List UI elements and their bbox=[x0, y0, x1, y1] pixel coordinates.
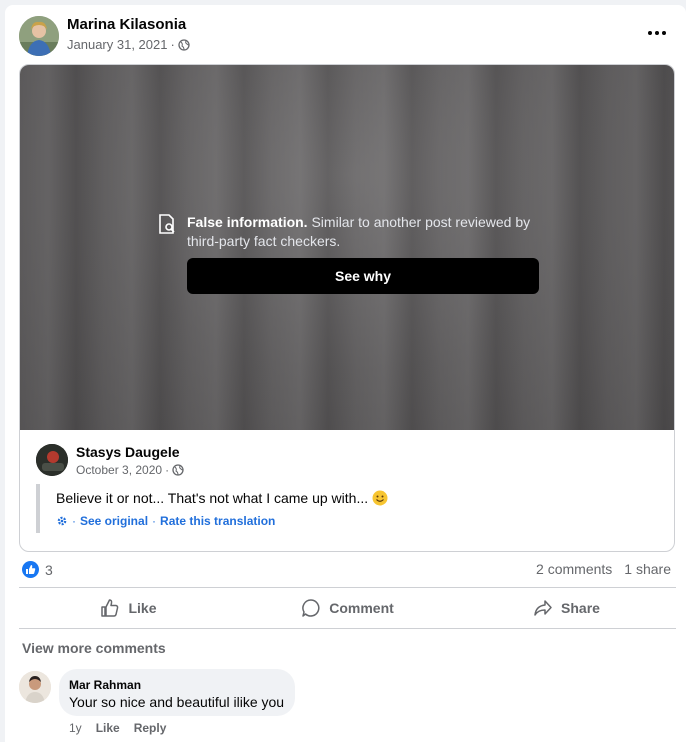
shared-date[interactable]: October 3, 2020 bbox=[76, 463, 162, 477]
comment-time[interactable]: 1y bbox=[69, 721, 82, 735]
comment-bubble: Mar Rahman Your so nice and beautiful il… bbox=[59, 669, 295, 716]
meta-separator: · bbox=[170, 37, 175, 52]
view-more-comments-link[interactable]: View more comments bbox=[22, 640, 166, 656]
smiley-emoji-icon bbox=[372, 490, 388, 506]
dot-separator: · bbox=[152, 514, 157, 528]
false-info-warning: False information. Similar to another po… bbox=[187, 213, 537, 251]
shared-author-avatar[interactable] bbox=[36, 444, 68, 476]
comment-text: Your so nice and beautiful ilike you bbox=[69, 694, 285, 710]
post-actions: Like Comment Share bbox=[19, 588, 676, 628]
globe-icon[interactable] bbox=[172, 464, 184, 476]
rate-translation-link[interactable]: Rate this translation bbox=[160, 514, 275, 528]
comment-button[interactable]: Comment bbox=[238, 588, 457, 628]
fact-check-icon bbox=[159, 214, 175, 234]
more-dot bbox=[655, 31, 659, 35]
author-avatar[interactable] bbox=[19, 16, 59, 56]
warning-title: False information. bbox=[187, 214, 308, 230]
comment-reply-button[interactable]: Reply bbox=[134, 721, 167, 735]
dot-separator: · bbox=[72, 514, 76, 528]
more-dot bbox=[662, 31, 666, 35]
shared-post: False information. Similar to another po… bbox=[19, 64, 675, 552]
like-button[interactable]: Like bbox=[19, 588, 238, 628]
share-icon bbox=[534, 600, 552, 616]
post-author-name[interactable]: Marina Kilasonia bbox=[67, 16, 186, 33]
comments-count-link[interactable]: 2 comments bbox=[536, 561, 612, 577]
comment-icon bbox=[302, 599, 320, 617]
quote-bar bbox=[36, 484, 40, 533]
shared-author-name[interactable]: Stasys Daugele bbox=[76, 444, 180, 460]
shared-meta: October 3, 2020 · bbox=[76, 463, 184, 477]
meta-separator: · bbox=[165, 463, 170, 477]
reactions-summary[interactable]: 3 bbox=[22, 561, 53, 578]
see-original-link[interactable]: See original bbox=[80, 514, 148, 528]
more-dots-icon bbox=[648, 31, 652, 35]
blurred-media: False information. Similar to another po… bbox=[20, 65, 674, 430]
comment-label: Comment bbox=[329, 600, 394, 616]
like-icon bbox=[101, 599, 119, 617]
comment-like-button[interactable]: Like bbox=[96, 721, 120, 735]
shares-count-link[interactable]: 1 share bbox=[624, 561, 671, 577]
post-date[interactable]: January 31, 2021 bbox=[67, 37, 167, 52]
globe-icon[interactable] bbox=[178, 38, 190, 51]
divider bbox=[19, 628, 676, 629]
shared-text-content: Believe it or not... That's not what I c… bbox=[56, 490, 369, 506]
share-button[interactable]: Share bbox=[457, 588, 676, 628]
comment-actions: 1y Like Reply bbox=[69, 721, 166, 735]
like-reaction-icon bbox=[22, 561, 39, 578]
post-meta: January 31, 2021 · bbox=[67, 37, 190, 52]
more-options-button[interactable] bbox=[643, 22, 671, 44]
like-label: Like bbox=[128, 600, 157, 616]
gear-icon bbox=[57, 516, 67, 526]
commenter-avatar[interactable] bbox=[19, 671, 51, 703]
share-label: Share bbox=[561, 600, 600, 616]
translation-row: · See original · Rate this translation bbox=[56, 514, 275, 528]
comment-author[interactable]: Mar Rahman bbox=[69, 678, 141, 692]
shared-post-text: Believe it or not... That's not what I c… bbox=[56, 490, 388, 506]
reaction-count: 3 bbox=[45, 561, 53, 578]
see-why-button[interactable]: See why bbox=[187, 258, 539, 294]
engagement-counts: 2 comments 1 share bbox=[536, 561, 671, 577]
